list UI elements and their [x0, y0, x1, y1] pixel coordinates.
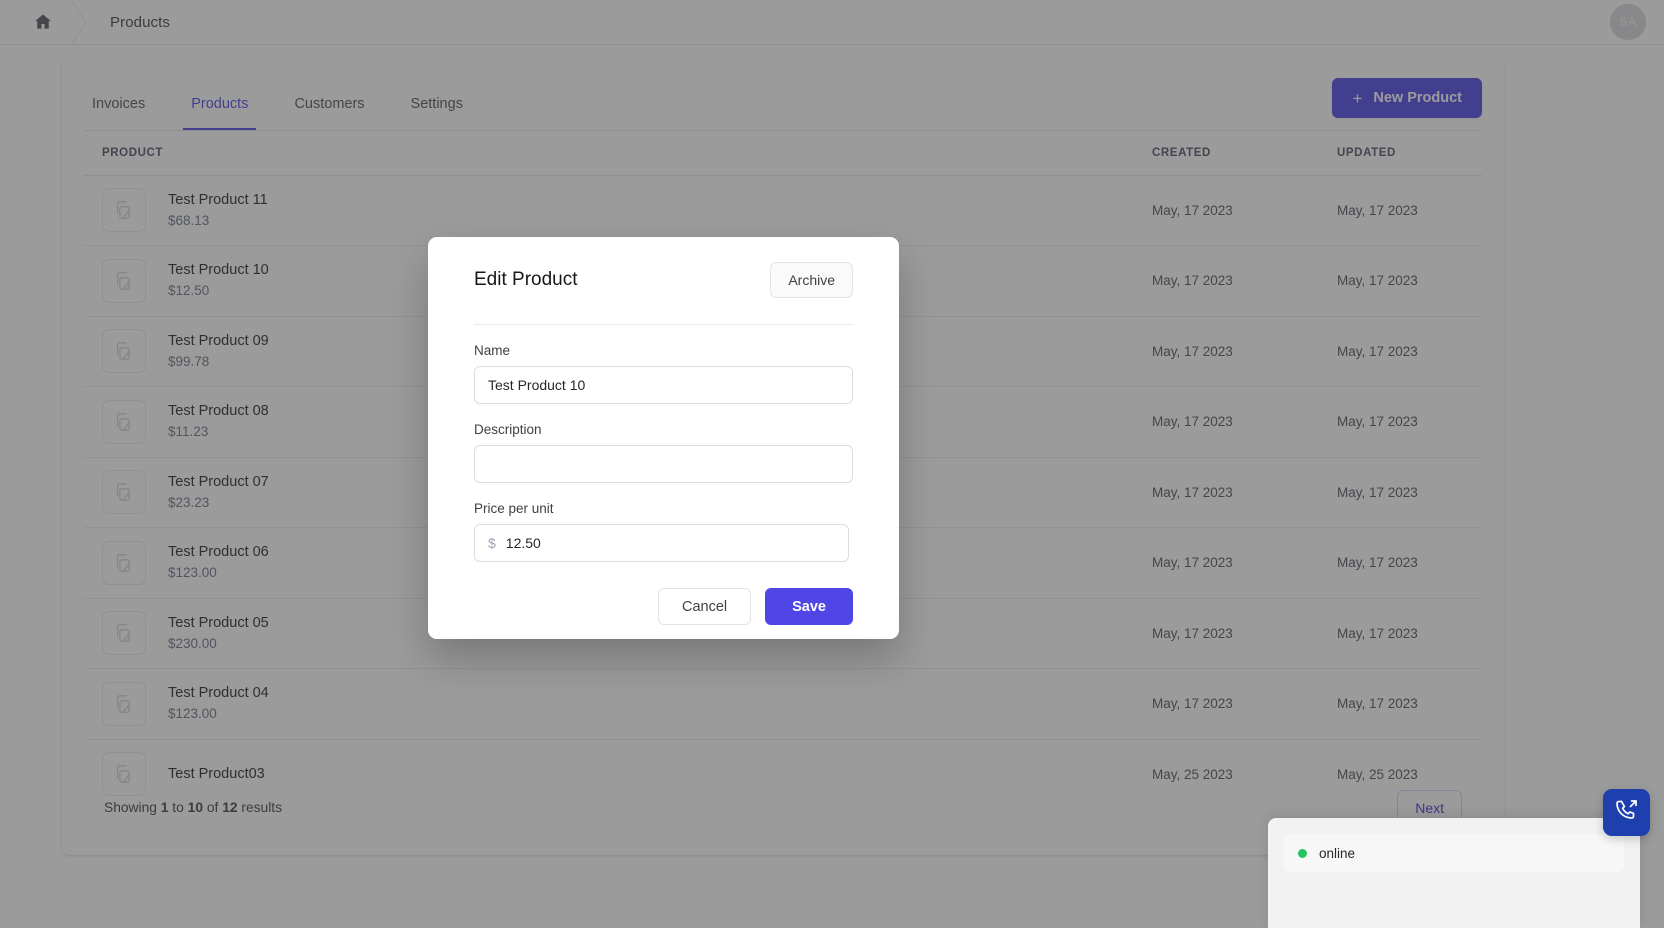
cancel-button[interactable]: Cancel [657, 588, 752, 625]
currency-symbol: $ [488, 535, 496, 551]
description-label: Description [474, 422, 542, 437]
description-field-group: Description [474, 404, 853, 483]
price-input[interactable] [505, 535, 835, 551]
modal-actions: Cancel Save [474, 562, 853, 625]
price-input-wrap: $ [474, 524, 849, 562]
modal-header: Edit Product Archive [474, 262, 853, 314]
modal-title: Edit Product [474, 269, 578, 290]
name-label: Name [474, 343, 511, 358]
chat-status-row[interactable]: online [1284, 834, 1624, 872]
phone-outgoing-icon [1615, 798, 1639, 827]
online-status-label: online [1319, 845, 1356, 861]
description-input[interactable] [474, 445, 853, 483]
name-input[interactable] [474, 366, 853, 404]
price-field-group: Price per unit $ [474, 483, 853, 562]
save-button[interactable]: Save [765, 588, 853, 625]
edit-product-modal: Edit Product Archive Name Description Pr… [428, 237, 899, 639]
online-status-dot [1298, 848, 1307, 858]
chat-status-panel: online [1268, 818, 1640, 928]
name-field-group: Name [474, 325, 853, 404]
price-label: Price per unit [474, 501, 554, 516]
call-widget-button[interactable] [1603, 789, 1650, 836]
archive-button[interactable]: Archive [770, 262, 853, 298]
